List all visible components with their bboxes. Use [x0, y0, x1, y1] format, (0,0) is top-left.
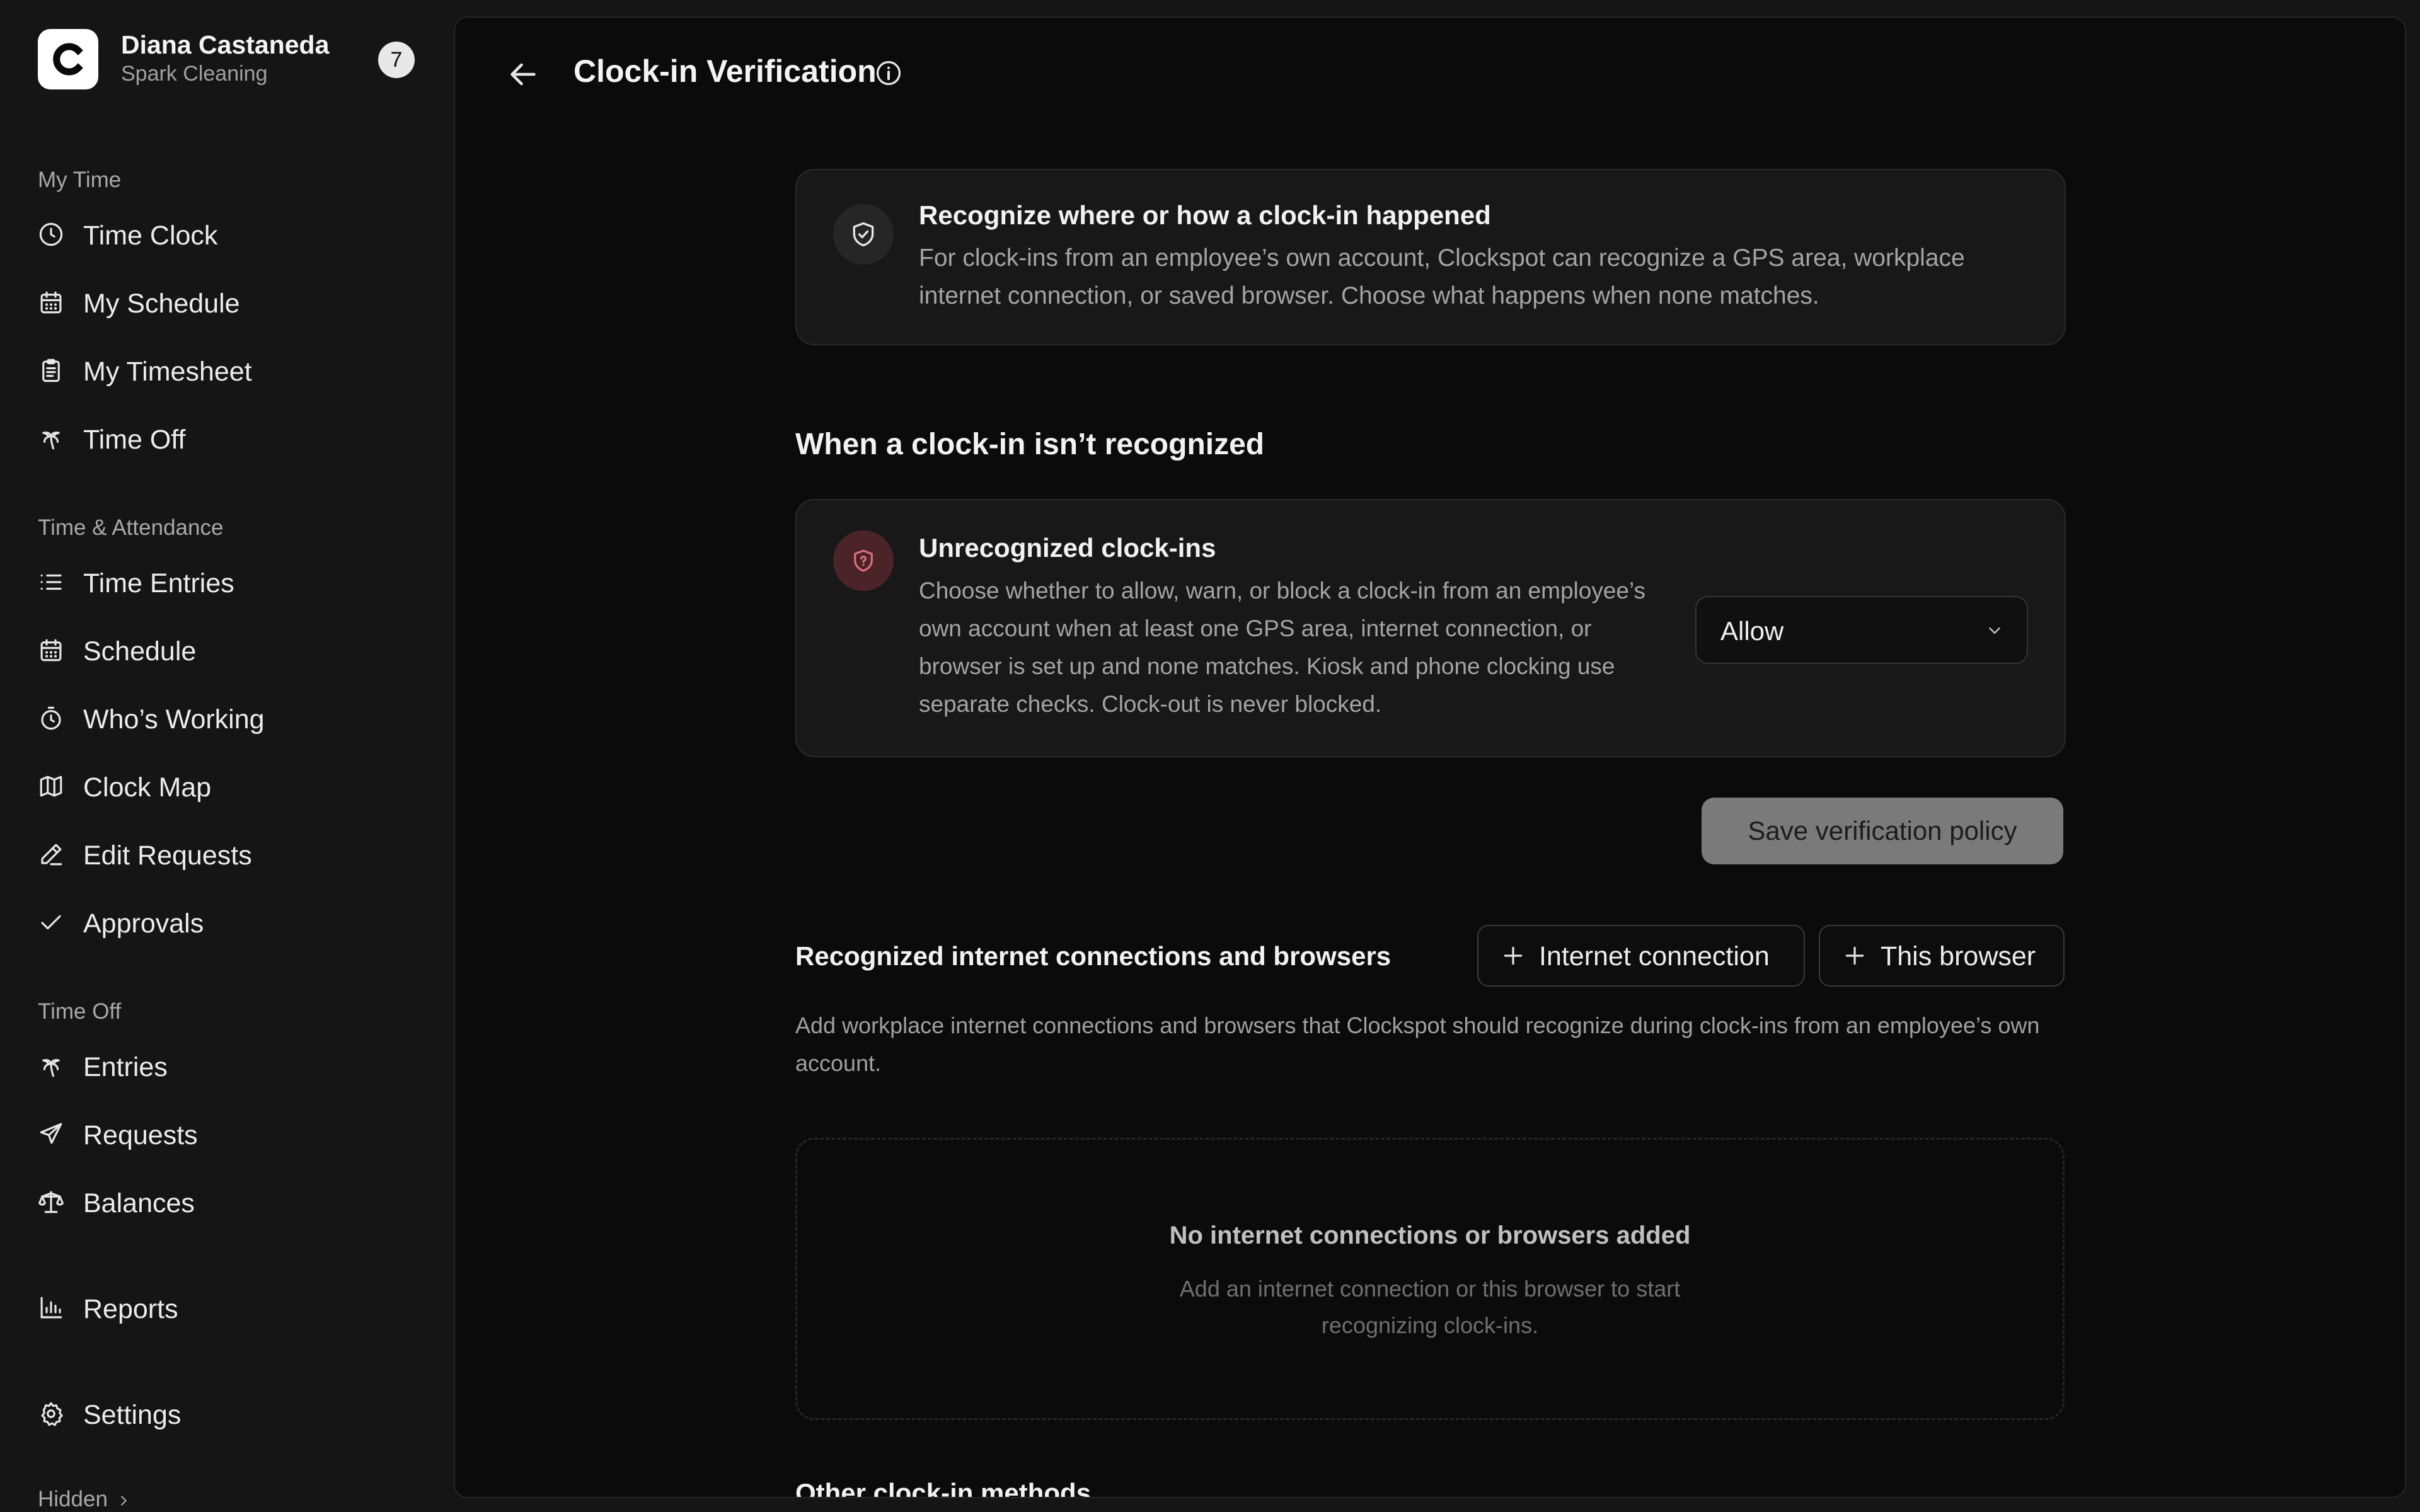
recognized-help-text: Add workplace internet connections and b… [795, 1012, 2040, 1076]
palm-tree-icon [42, 1059, 60, 1077]
add-this-browser-label: This browser [1881, 941, 2036, 971]
palm-tree-icon [42, 432, 60, 450]
bar-chart-icon [40, 1297, 62, 1319]
hidden-items-label: Hidden [38, 1487, 108, 1511]
scale-icon [38, 1191, 64, 1213]
back-arrow-icon[interactable] [504, 55, 542, 93]
sidebar-item-entries[interactable]: Entries [28, 1040, 418, 1092]
main-panel: Clock-in Verification Recognize where or… [454, 16, 2406, 1498]
map-icon [40, 776, 62, 797]
info-icon[interactable] [875, 59, 902, 87]
sidebar-item-time-entries[interactable]: Time Entries [28, 556, 418, 609]
section-label-my-time: My Time [38, 168, 122, 192]
clipboard-icon [42, 358, 60, 382]
unrecognized-card-description: Choose whether to allow, warn, or block … [919, 578, 1646, 717]
sidebar-item-label: Approvals [83, 908, 204, 939]
chevron-down-icon [1989, 627, 2000, 634]
account-switcher[interactable]: Diana Castaneda Spark Cleaning 7 [38, 29, 422, 91]
sidebar-item-schedule[interactable]: Schedule [28, 624, 418, 677]
organization-name: Spark Cleaning [121, 62, 268, 86]
unrecognized-policy-select[interactable]: Allow [1695, 596, 2028, 664]
sidebar-item-reports[interactable]: Reports [28, 1281, 418, 1334]
sidebar-item-label: Schedule [83, 636, 197, 667]
sidebar-item-label: My Schedule [83, 289, 240, 319]
gear-icon [41, 1402, 63, 1426]
recognized-section-heading: Recognized internet connections and brow… [795, 941, 1392, 971]
sidebar-item-settings[interactable]: Settings [28, 1387, 418, 1440]
sidebar-item-label: Requests [83, 1120, 198, 1150]
intro-card-description: For clock-ins from an employee’s own acc… [919, 244, 1965, 309]
unrecognized-card-title: Unrecognized clock-ins [919, 533, 1216, 563]
add-internet-connection-button[interactable]: Internet connection [1477, 925, 1805, 987]
send-icon [40, 1123, 62, 1144]
hidden-items-toggle[interactable]: Hidden [38, 1487, 130, 1512]
app-logo [38, 29, 98, 89]
sidebar-item-label: Who’s Working [83, 704, 265, 735]
sidebar-item-label: Edit Requests [83, 840, 252, 871]
stopwatch-icon [41, 706, 61, 730]
list-icon [40, 574, 62, 590]
sidebar-item-label: Settings [83, 1400, 182, 1430]
section-label-time-attendance: Time & Attendance [38, 515, 224, 540]
sidebar-item-label: Time Off [83, 425, 186, 455]
sidebar-item-requests[interactable]: Requests [28, 1108, 418, 1160]
add-this-browser-button[interactable]: This browser [1819, 925, 2065, 987]
sidebar-item-my-timesheet[interactable]: My Timesheet [28, 344, 418, 397]
sidebar-item-whos-working[interactable]: Who’s Working [28, 692, 418, 745]
calendar-icon [40, 639, 62, 662]
intro-card: Recognize where or how a clock-in happen… [795, 169, 2066, 345]
calendar-icon [40, 291, 62, 314]
intro-card-title: Recognize where or how a clock-in happen… [919, 200, 1491, 230]
sidebar-item-label: Entries [83, 1052, 168, 1082]
sidebar-item-time-clock[interactable]: Time Clock [28, 208, 418, 261]
section-label-time-off: Time Off [38, 999, 122, 1024]
sidebar-item-balances[interactable]: Balances [28, 1176, 418, 1228]
user-name: Diana Castaneda [121, 30, 330, 59]
sidebar-item-my-schedule[interactable]: My Schedule [28, 276, 418, 329]
add-internet-connection-label: Internet connection [1539, 941, 1770, 971]
select-value: Allow [1720, 616, 1784, 646]
pencil-icon [41, 844, 62, 866]
sidebar: Diana Castaneda Spark Cleaning 7 My Time… [0, 0, 454, 1512]
notification-badge[interactable]: 7 [378, 42, 415, 78]
empty-state-description: Add an internet connection or this brows… [1179, 1276, 1681, 1338]
chevron-right-icon [121, 1496, 127, 1506]
sidebar-item-edit-requests[interactable]: Edit Requests [28, 828, 418, 881]
clock-icon [39, 222, 63, 246]
sidebar-item-approvals[interactable]: Approvals [28, 896, 418, 949]
shield-check-icon [833, 204, 894, 265]
other-methods-heading: Other clock-in methods [795, 1478, 1092, 1498]
sidebar-item-label: Reports [83, 1294, 178, 1324]
empty-state: No internet connections or browsers adde… [795, 1138, 2065, 1420]
sidebar-item-label: Time Entries [83, 568, 234, 598]
page-title: Clock-in Verification [573, 54, 877, 89]
save-verification-policy-button[interactable]: Save verification policy [1702, 798, 2063, 864]
sidebar-item-label: My Timesheet [83, 357, 252, 387]
plus-icon [1845, 946, 1864, 965]
empty-state-title: No internet connections or browsers adde… [1169, 1222, 1691, 1249]
sidebar-item-label: Clock Map [83, 772, 212, 803]
plus-icon [1504, 946, 1523, 965]
shield-alert-icon [833, 530, 894, 591]
sidebar-item-clock-map[interactable]: Clock Map [28, 760, 418, 813]
checkmark-icon [41, 915, 61, 930]
unrecognized-section-heading: When a clock-in isn’t recognized [795, 428, 1265, 461]
sidebar-item-label: Balances [83, 1188, 195, 1218]
sidebar-item-time-off[interactable]: Time Off [28, 412, 418, 465]
unrecognized-card: Unrecognized clock-ins Choose whether to… [795, 499, 2066, 757]
sidebar-item-label: Time Clock [83, 220, 218, 251]
